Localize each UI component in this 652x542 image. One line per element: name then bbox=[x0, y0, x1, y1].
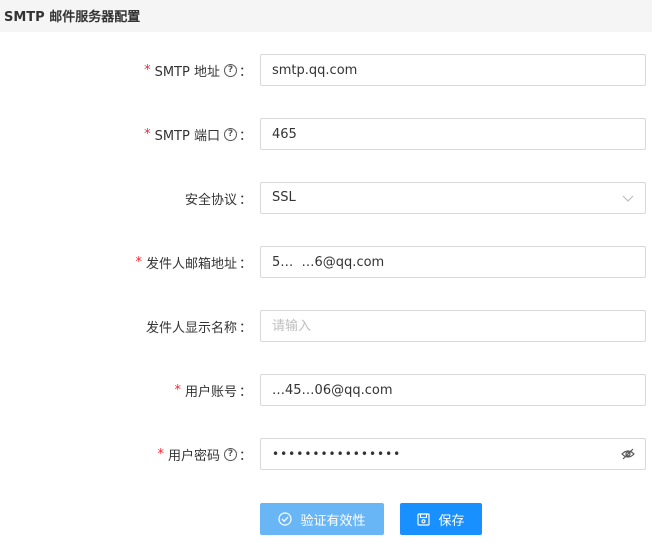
label-colon: ： bbox=[238, 384, 252, 400]
password-input[interactable] bbox=[261, 439, 612, 469]
chevron-down-icon bbox=[622, 195, 634, 202]
smtp-host-label-text: SMTP 地址 bbox=[154, 64, 220, 80]
required-mark: * bbox=[144, 62, 151, 78]
security-label-text: 安全协议 bbox=[184, 192, 237, 208]
label-colon: ： bbox=[238, 256, 252, 272]
eye-invisible-icon[interactable] bbox=[621, 447, 635, 461]
security-label: 安全协议 ： bbox=[185, 182, 252, 214]
sender-name-input[interactable] bbox=[261, 311, 612, 341]
password-field bbox=[260, 438, 646, 470]
username-field bbox=[260, 374, 646, 406]
form-row-smtp-host: * SMTP 地址 ? ： bbox=[0, 54, 652, 86]
sender-email-label-text: 发件人邮箱地址 bbox=[145, 256, 237, 272]
label-colon: ： bbox=[238, 320, 252, 336]
form-row-sender-email: * 发件人邮箱地址 ： bbox=[0, 246, 652, 278]
form-row-security: 安全协议 ： SSL bbox=[0, 182, 652, 214]
smtp-host-label: * SMTP 地址 ? ： bbox=[144, 54, 252, 86]
smtp-host-input[interactable] bbox=[261, 55, 612, 85]
required-mark: * bbox=[144, 126, 151, 142]
section-header: SMTP 邮件服务器配置 bbox=[0, 0, 652, 32]
save-button[interactable]: 保存 bbox=[400, 503, 482, 535]
required-mark: * bbox=[174, 382, 181, 398]
username-label-text: 用户账号 bbox=[184, 384, 237, 400]
sender-name-label-text: 发件人显示名称 bbox=[145, 320, 237, 336]
required-mark: * bbox=[157, 446, 164, 462]
form-row-sender-name: 发件人显示名称 ： bbox=[0, 310, 652, 342]
label-colon: ： bbox=[238, 128, 252, 144]
form-row-smtp-port: * SMTP 端口 ? ： bbox=[0, 118, 652, 150]
sender-name-label: 发件人显示名称 ： bbox=[146, 310, 252, 342]
username-label: * 用户账号 ： bbox=[174, 374, 252, 406]
label-colon: ： bbox=[238, 448, 252, 464]
password-label: * 用户密码 ? ： bbox=[157, 438, 252, 470]
form-row-username: * 用户账号 ： bbox=[0, 374, 652, 406]
security-select[interactable]: SSL bbox=[260, 182, 646, 214]
smtp-config-page: SMTP 邮件服务器配置 * SMTP 地址 ? ： * SMTP 端口 ? ：… bbox=[0, 0, 652, 542]
smtp-port-field bbox=[260, 118, 646, 150]
question-circle-icon[interactable]: ? bbox=[223, 63, 237, 77]
check-circle-icon bbox=[278, 512, 293, 526]
sender-name-field bbox=[260, 310, 646, 342]
validate-button[interactable]: 验证有效性 bbox=[260, 503, 384, 535]
smtp-port-label-text: SMTP 端口 bbox=[154, 128, 220, 144]
question-circle-icon[interactable]: ? bbox=[223, 447, 237, 461]
smtp-host-field bbox=[260, 54, 646, 86]
sender-email-field bbox=[260, 246, 646, 278]
label-colon: ： bbox=[238, 64, 252, 80]
question-circle-icon[interactable]: ? bbox=[223, 127, 237, 141]
sender-email-label: * 发件人邮箱地址 ： bbox=[135, 246, 252, 278]
required-mark: * bbox=[135, 254, 142, 270]
smtp-port-input[interactable] bbox=[261, 119, 612, 149]
save-icon bbox=[417, 512, 431, 526]
form-row-password: * 用户密码 ? ： bbox=[0, 438, 652, 470]
username-input[interactable] bbox=[261, 375, 612, 405]
save-button-label: 保存 bbox=[438, 513, 465, 529]
password-label-text: 用户密码 bbox=[167, 448, 220, 464]
sender-email-input[interactable] bbox=[261, 247, 612, 277]
smtp-port-label: * SMTP 端口 ? ： bbox=[144, 118, 252, 150]
security-selected-value: SSL bbox=[272, 190, 296, 205]
label-colon: ： bbox=[238, 192, 252, 208]
validate-button-label: 验证有效性 bbox=[300, 513, 366, 529]
section-title: SMTP 邮件服务器配置 bbox=[4, 10, 141, 25]
